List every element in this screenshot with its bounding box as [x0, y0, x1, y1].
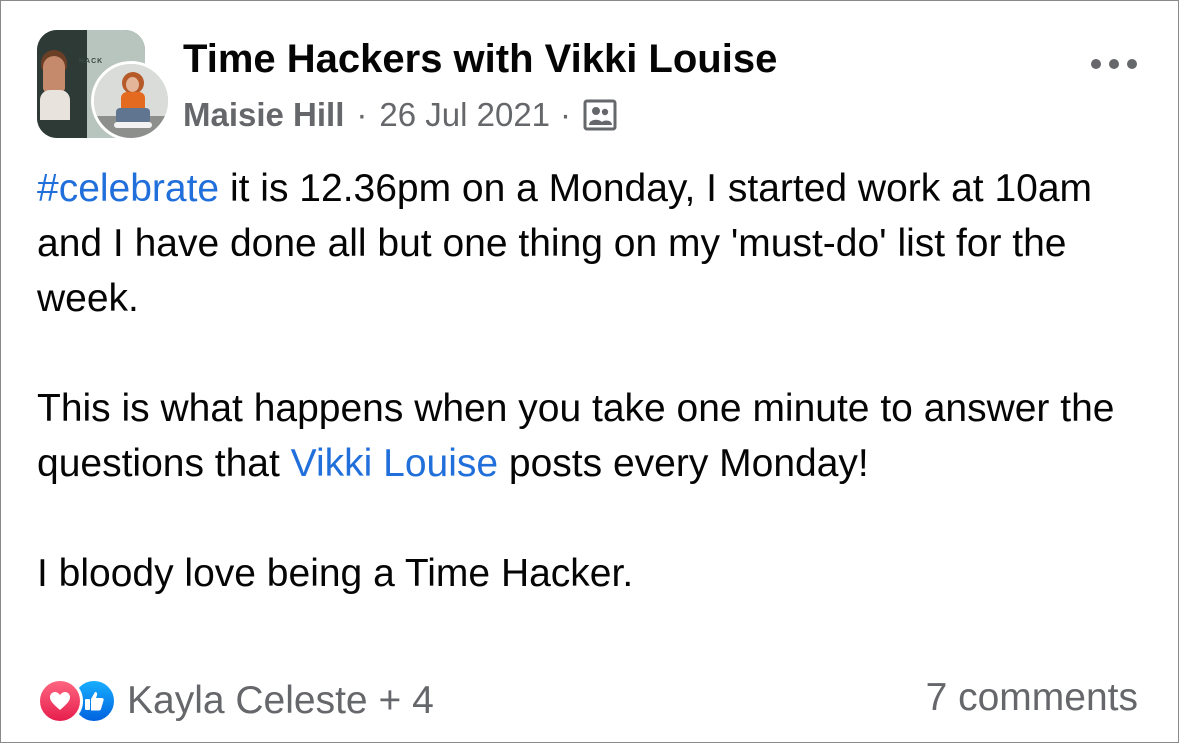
love-reaction-icon	[37, 678, 83, 724]
post-card: HACK Time Hackers with Vikki Louise Mais…	[0, 0, 1179, 743]
mention-link[interactable]: Vikki Louise	[291, 442, 498, 485]
avatar-shoes	[114, 122, 152, 128]
post-paragraph: I bloody love being a Time Hacker.	[37, 546, 1137, 601]
post-text-segment: posts every Monday!	[498, 442, 869, 485]
more-horizontal-icon	[1127, 59, 1137, 69]
thumbnail-person-shirt	[40, 90, 70, 120]
more-options-button[interactable]	[1083, 49, 1145, 79]
thumbnail-person	[43, 56, 65, 92]
reactions-summary[interactable]: Kayla Celeste + 4	[37, 678, 434, 724]
hashtag-link[interactable]: #celebrate	[37, 167, 219, 210]
meta-separator: ·	[560, 96, 572, 133]
reaction-summary-text: Kayla Celeste + 4	[127, 679, 434, 722]
more-horizontal-icon	[1091, 59, 1101, 69]
author-name-link[interactable]: Maisie Hill	[183, 96, 344, 134]
post-text-segment: I bloody love being a Time Hacker.	[37, 552, 634, 595]
meta-separator: ·	[356, 96, 368, 133]
author-avatar[interactable]	[91, 61, 171, 141]
comments-count-link[interactable]: 7 comments	[926, 676, 1138, 720]
group-audience-icon[interactable]	[583, 98, 617, 132]
post-text: #celebrate it is 12.36pm on a Monday, I …	[37, 161, 1137, 601]
post-paragraph: This is what happens when you take one m…	[37, 381, 1137, 491]
post-paragraph: #celebrate it is 12.36pm on a Monday, I …	[37, 161, 1137, 326]
post-meta: Maisie Hill · 26 Jul 2021 ·	[183, 96, 617, 134]
post-date-link[interactable]: 26 Jul 2021	[379, 96, 550, 134]
group-name-link[interactable]: Time Hackers with Vikki Louise	[183, 37, 777, 82]
avatar-face	[126, 77, 139, 92]
more-horizontal-icon	[1109, 59, 1119, 69]
